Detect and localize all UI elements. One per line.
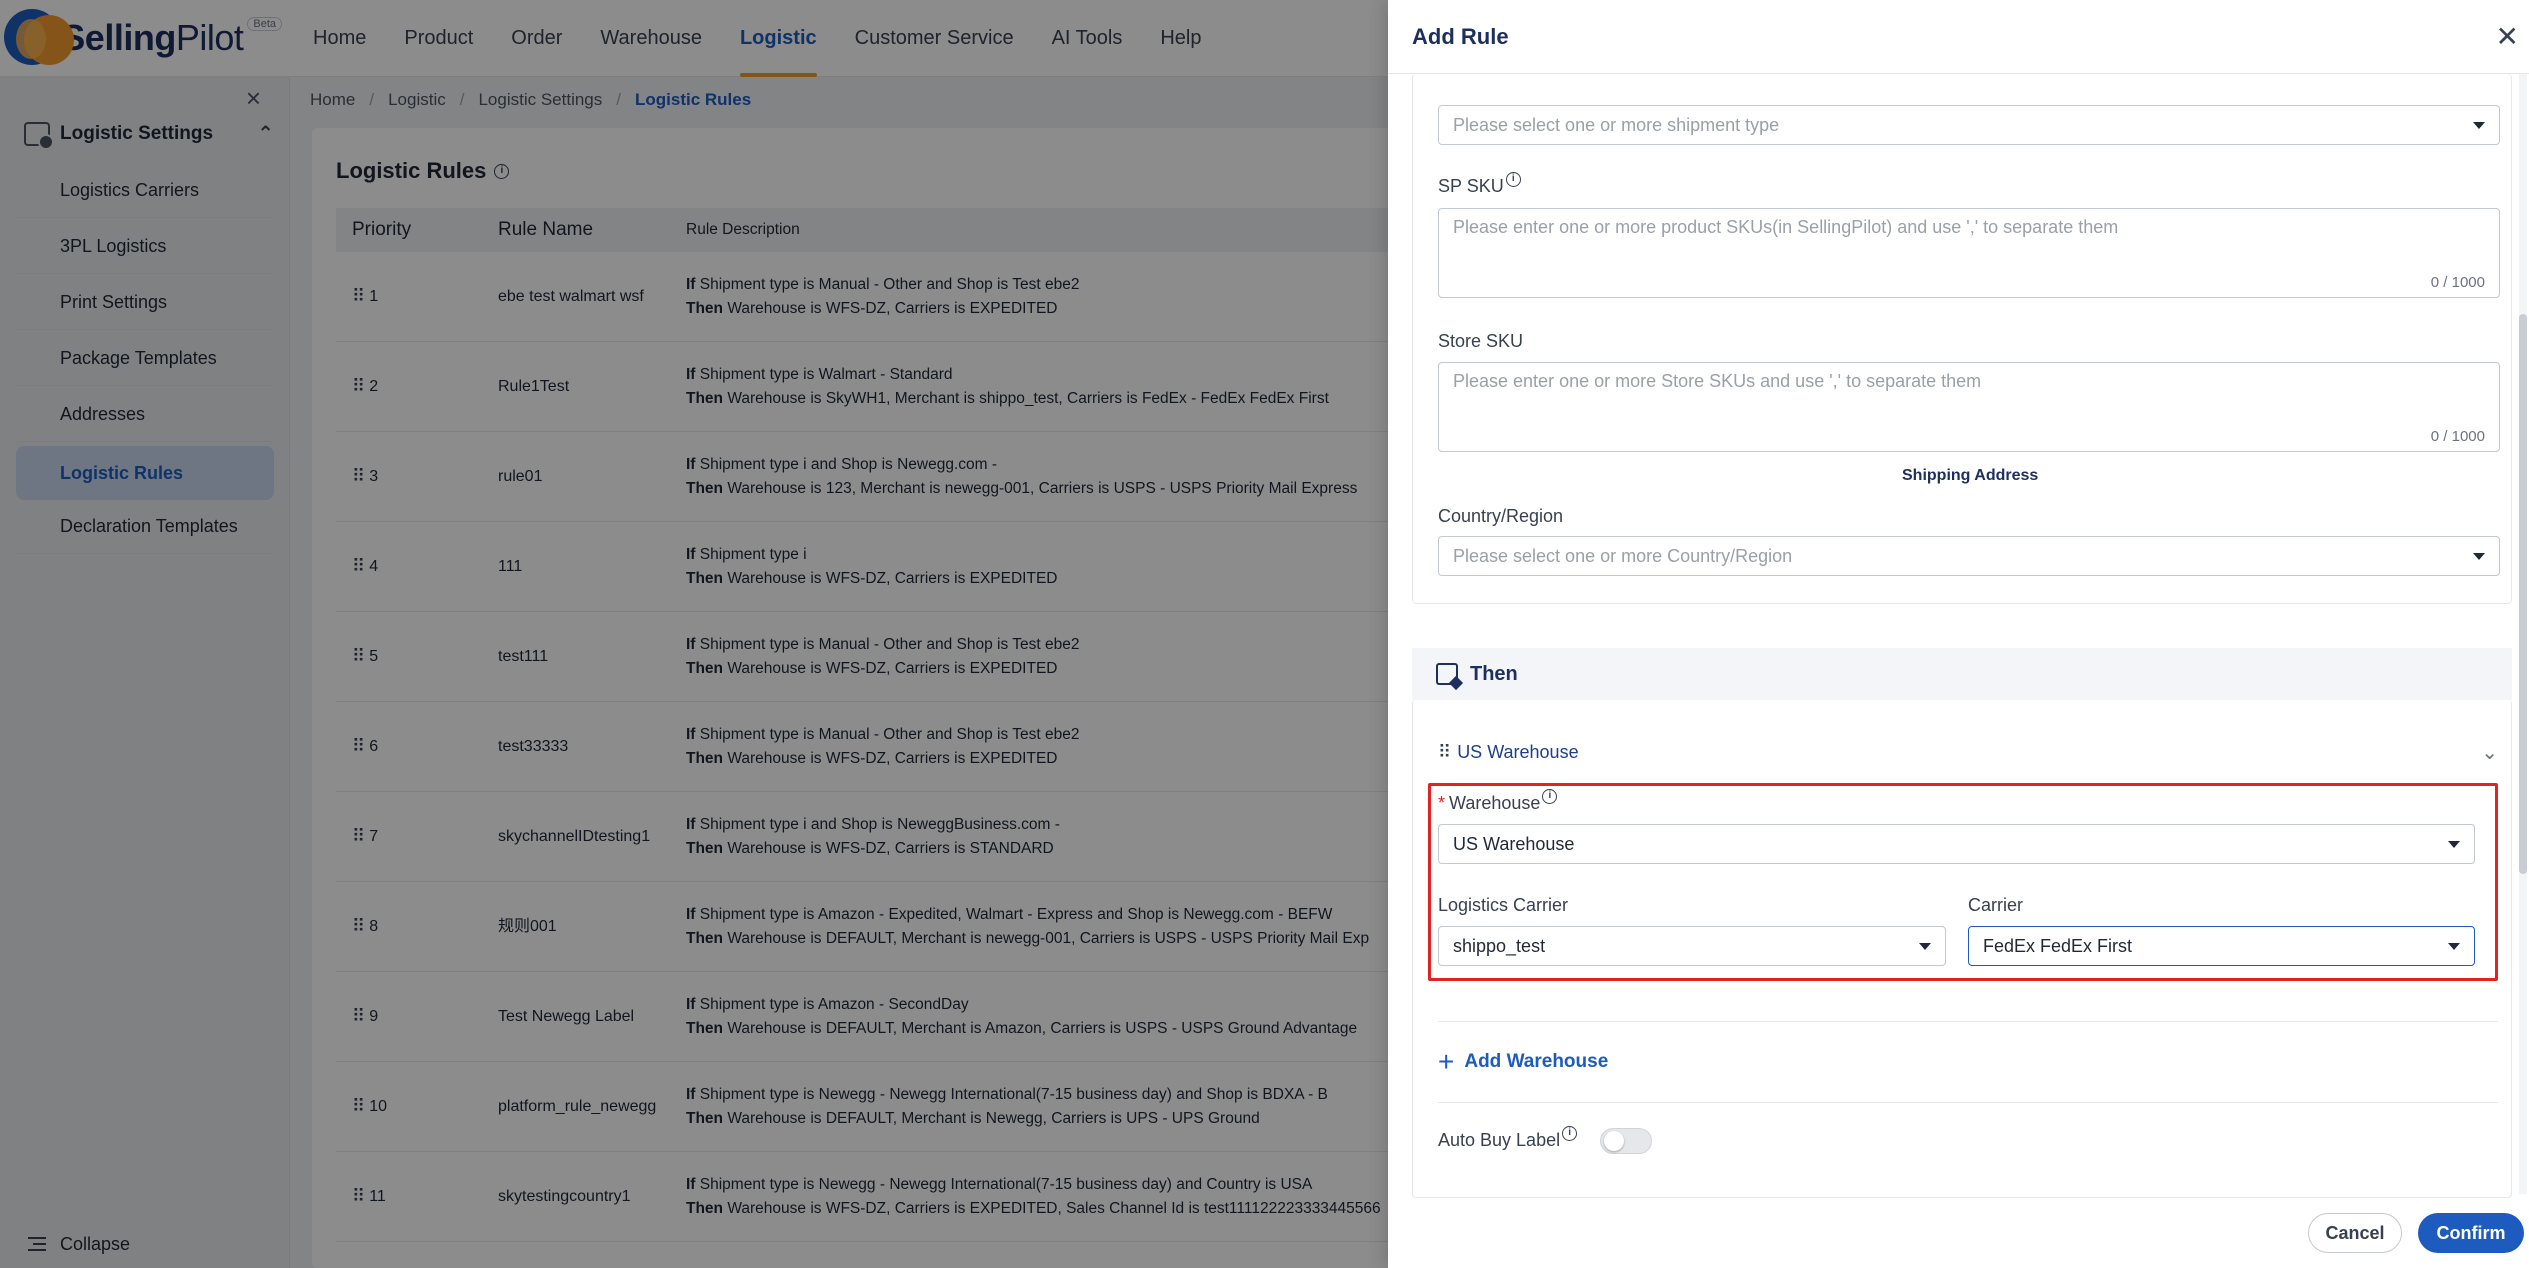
caret-down-icon <box>1919 943 1931 950</box>
warehouse-value: US Warehouse <box>1453 833 1575 854</box>
if-conditions-panel <box>1412 74 2512 604</box>
drag-handle-icon[interactable]: ⠿ <box>1438 742 1451 763</box>
carrier-select[interactable]: FedEx FedEx First <box>1968 926 2475 966</box>
warehouse-label: * Warehouse i <box>1438 789 1558 814</box>
divider <box>1438 1102 2498 1103</box>
country-region-select[interactable]: Please select one or more Country/Region <box>1438 536 2500 576</box>
drawer-title: Add Rule <box>1412 24 1509 49</box>
auto-buy-label: Auto Buy Label i <box>1438 1126 1578 1151</box>
plus-icon: + <box>1438 1046 1455 1077</box>
add-warehouse-label: Add Warehouse <box>1464 1051 1609 1072</box>
confirm-button[interactable]: Confirm <box>2418 1213 2524 1253</box>
add-warehouse-button[interactable]: + Add Warehouse <box>1438 1048 1608 1076</box>
then-label: Then <box>1470 662 1518 685</box>
scrollbar-thumb[interactable] <box>2519 314 2527 874</box>
shipping-address-divider: Shipping Address <box>1902 467 2039 484</box>
logistics-carrier-value: shippo_test <box>1453 935 1546 956</box>
info-icon[interactable]: i <box>1562 1126 1578 1141</box>
required-marker: * <box>1438 793 1446 813</box>
info-icon[interactable]: i <box>1505 172 1521 187</box>
close-icon[interactable]: ✕ <box>2496 20 2519 53</box>
caret-down-icon <box>2473 553 2485 560</box>
store-sku-textarea[interactable]: Please enter one or more Store SKUs and … <box>1438 362 2500 452</box>
cancel-button[interactable]: Cancel <box>2308 1213 2402 1253</box>
country-region-placeholder: Please select one or more Country/Region <box>1453 545 1793 566</box>
country-region-label: Country/Region <box>1438 506 1564 526</box>
carrier-value: FedEx FedEx First <box>1983 935 2133 956</box>
store-sku-counter: 0 / 1000 <box>2430 428 2485 445</box>
sp-sku-placeholder: Please enter one or more product SKUs(in… <box>1453 217 2119 237</box>
then-icon <box>1436 663 1458 685</box>
shipment-type-select[interactable]: Please select one or more shipment type <box>1438 105 2500 145</box>
then-section-header: Then <box>1412 648 2512 700</box>
warehouse-select[interactable]: US Warehouse <box>1438 824 2475 864</box>
warehouse-group-header[interactable]: ⠿ US Warehouse ⌄ <box>1438 740 2498 765</box>
caret-down-icon <box>2448 841 2460 848</box>
add-rule-drawer: Add Rule ✕ Please select one or more shi… <box>1388 0 2529 1268</box>
caret-down-icon <box>2448 943 2460 950</box>
logistics-carrier-label: Logistics Carrier <box>1438 895 1569 915</box>
chevron-down-icon[interactable]: ⌄ <box>2481 740 2498 765</box>
divider <box>1438 1021 2498 1022</box>
caret-down-icon <box>2473 122 2485 129</box>
modal-overlay[interactable] <box>0 0 1388 1268</box>
warehouse-group-title: US Warehouse <box>1457 742 1579 762</box>
sp-sku-label: SP SKU i <box>1438 172 1521 197</box>
carrier-label: Carrier <box>1968 895 2024 915</box>
logistics-carrier-select[interactable]: shippo_test <box>1438 926 1946 966</box>
shipment-type-placeholder: Please select one or more shipment type <box>1453 114 1780 135</box>
store-sku-label: Store SKU <box>1438 331 1524 351</box>
drawer-scrollbar[interactable] <box>2519 74 2527 1194</box>
store-sku-placeholder: Please enter one or more Store SKUs and … <box>1453 371 1982 391</box>
auto-buy-label-toggle[interactable] <box>1600 1128 1652 1154</box>
info-icon[interactable]: i <box>1542 789 1558 804</box>
sp-sku-counter: 0 / 1000 <box>2430 274 2485 291</box>
drawer-header: Add Rule ✕ <box>1388 0 2529 74</box>
sp-sku-textarea[interactable]: Please enter one or more product SKUs(in… <box>1438 208 2500 298</box>
